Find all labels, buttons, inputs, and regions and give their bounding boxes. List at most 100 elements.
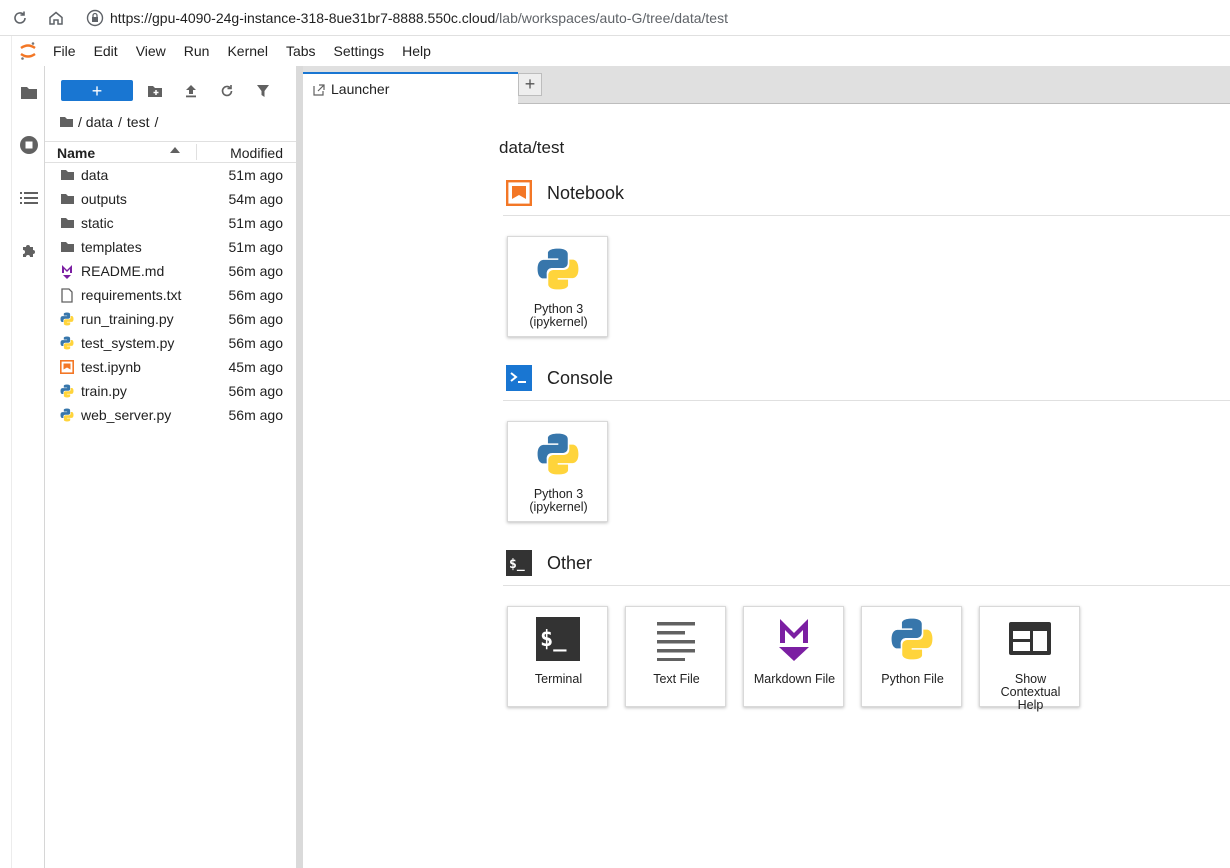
file-name: run_training.py [81, 311, 174, 327]
file-row-outputs[interactable]: outputs 54m ago [45, 187, 296, 211]
menu-bar: File Edit View Run Kernel Tabs Settings … [12, 37, 1230, 65]
column-divider[interactable] [196, 144, 197, 160]
breadcrumb-separator: / [154, 114, 159, 130]
file-row-readme[interactable]: README.md 56m ago [45, 259, 296, 283]
menu-kernel[interactable]: Kernel [218, 37, 276, 65]
name-column-header[interactable]: Name [57, 145, 95, 161]
menu-file[interactable]: File [44, 37, 85, 65]
tab-launcher[interactable]: Launcher [303, 72, 518, 104]
launcher: data/test Notebook Python 3 (ipykernel) … [303, 104, 1230, 868]
card-python-file[interactable]: Python File [861, 606, 962, 707]
site-info-icon[interactable] [86, 9, 104, 27]
card-notebook-python3[interactable]: Python 3 (ipykernel) [507, 236, 608, 337]
breadcrumb-data[interactable]: / data [78, 114, 113, 130]
file-row-web-server[interactable]: web_server.py 56m ago [45, 403, 296, 427]
card-console-python3[interactable]: Python 3 (ipykernel) [507, 421, 608, 522]
browser-side-strip [0, 36, 12, 868]
menu-edit[interactable]: Edit [85, 37, 127, 65]
breadcrumb: / data / test / [59, 112, 163, 132]
breadcrumb-separator: / [118, 114, 122, 130]
python-icon [534, 245, 582, 293]
file-browser-panel: + / data / test / Name Modified data 51m… [45, 66, 296, 868]
card-text-file[interactable]: Text File [625, 606, 726, 707]
new-folder-icon[interactable] [144, 80, 166, 102]
running-kernels-icon[interactable] [12, 129, 45, 161]
file-row-static[interactable]: static 51m ago [45, 211, 296, 235]
notebook-section-icon [506, 180, 533, 207]
modified-column-header[interactable]: Modified [230, 145, 283, 161]
text-file-icon [59, 287, 75, 303]
notebook-icon [59, 359, 75, 375]
file-row-test-ipynb[interactable]: test.ipynb 45m ago [45, 355, 296, 379]
card-label: Text File [653, 672, 700, 686]
menu-help[interactable]: Help [393, 37, 440, 65]
text-file-icon [652, 615, 700, 663]
file-modified: 51m ago [228, 215, 283, 231]
file-modified: 51m ago [228, 239, 283, 255]
file-name: README.md [81, 263, 165, 279]
menu-run[interactable]: Run [175, 37, 219, 65]
python-icon [59, 335, 75, 351]
file-modified: 51m ago [228, 167, 283, 183]
file-row-test-system[interactable]: test_system.py 56m ago [45, 331, 296, 355]
menu-tabs[interactable]: Tabs [277, 37, 325, 65]
folder-icon[interactable] [12, 76, 45, 108]
contextual-help-icon [1006, 615, 1054, 663]
add-tab-button[interactable]: + [518, 73, 542, 96]
reload-icon[interactable] [7, 5, 33, 31]
breadcrumb-test[interactable]: test [127, 114, 150, 130]
card-contextual-help[interactable]: Show Contextual Help [979, 606, 1080, 712]
jupyter-logo-icon [12, 37, 44, 65]
file-modified: 56m ago [228, 383, 283, 399]
filter-icon[interactable] [252, 80, 274, 102]
upload-icon[interactable] [180, 80, 202, 102]
launcher-icon [313, 83, 325, 96]
section-console: Console [503, 357, 1230, 401]
file-name: data [81, 167, 109, 183]
home-icon[interactable] [43, 5, 69, 31]
file-modified: 56m ago [228, 263, 283, 279]
file-row-data[interactable]: data 51m ago [45, 163, 296, 187]
menu-settings[interactable]: Settings [325, 37, 394, 65]
file-modified: 54m ago [228, 191, 283, 207]
left-activity-bar [12, 66, 45, 868]
file-name: web_server.py [81, 407, 172, 423]
home-folder-icon[interactable] [59, 116, 74, 128]
python-icon [534, 430, 582, 478]
card-label: Show Contextual Help [980, 673, 1081, 712]
markdown-icon [770, 615, 818, 663]
menu-view[interactable]: View [127, 37, 175, 65]
file-row-run-training[interactable]: run_training.py 56m ago [45, 307, 296, 331]
file-list-header: Name Modified [45, 141, 296, 163]
card-label-line: (ipykernel) [529, 500, 588, 514]
file-list: data 51m ago outputs 54m ago static 51m … [45, 163, 296, 427]
folder-icon [59, 215, 75, 231]
section-other: $_ Other [503, 542, 1230, 586]
tab-label: Launcher [331, 81, 390, 97]
file-name: requirements.txt [81, 287, 182, 303]
address-bar[interactable]: https://gpu-4090-24g-instance-318-8ue31b… [78, 4, 1230, 32]
card-markdown-file[interactable]: Markdown File [743, 606, 844, 707]
extensions-icon[interactable] [12, 235, 45, 267]
tab-bar: Launcher + [303, 66, 1230, 104]
main-area: Launcher + data/test Notebook Python 3 (… [303, 66, 1230, 868]
panel-splitter[interactable] [296, 66, 303, 868]
new-launcher-button[interactable]: + [61, 80, 133, 101]
file-name: templates [81, 239, 142, 255]
file-name: outputs [81, 191, 127, 207]
card-label: Python 3 (ipykernel) [508, 303, 609, 329]
url-host: https://gpu-4090-24g-instance-318-8ue31b… [110, 10, 496, 26]
section-notebook: Notebook [503, 172, 1230, 216]
table-of-contents-icon[interactable] [12, 182, 45, 214]
svg-text:$_: $_ [540, 627, 567, 652]
file-row-requirements[interactable]: requirements.txt 56m ago [45, 283, 296, 307]
card-terminal[interactable]: $_ Terminal [507, 606, 608, 707]
file-row-train[interactable]: train.py 56m ago [45, 379, 296, 403]
python-icon [59, 407, 75, 423]
refresh-icon[interactable] [216, 80, 238, 102]
url-path: /lab/workspaces/auto-G/tree/data/test [495, 10, 728, 26]
file-row-templates[interactable]: templates 51m ago [45, 235, 296, 259]
file-modified: 56m ago [228, 311, 283, 327]
file-modified: 56m ago [228, 287, 283, 303]
card-label-line: Help [1017, 698, 1044, 712]
